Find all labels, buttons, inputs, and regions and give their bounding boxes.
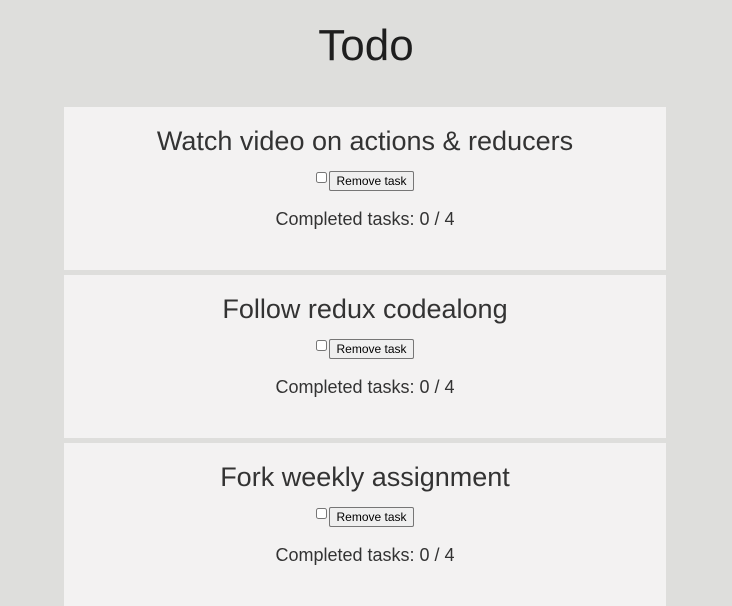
- task-title: Watch video on actions & reducers: [156, 126, 574, 156]
- task-complete-checkbox[interactable]: [316, 172, 328, 183]
- todo-list: Watch video on actions & reducers Remove…: [64, 107, 666, 606]
- task-controls: Remove task: [64, 171, 666, 193]
- completed-tasks-count: Completed tasks: 0 / 4: [275, 209, 455, 229]
- task-complete-checkbox[interactable]: [316, 340, 328, 351]
- todo-item: Watch video on actions & reducers Remove…: [64, 107, 666, 270]
- todo-item: Follow redux codealong Remove task Compl…: [64, 275, 666, 438]
- remove-task-button[interactable]: Remove task: [329, 339, 414, 359]
- completed-tasks-count: Completed tasks: 0 / 4: [275, 377, 455, 397]
- completed-tasks-count: Completed tasks: 0 / 4: [275, 545, 455, 565]
- remove-task-button[interactable]: Remove task: [329, 507, 414, 527]
- page-title: Todo: [318, 21, 414, 70]
- todo-item: Fork weekly assignment Remove task Compl…: [64, 443, 666, 606]
- remove-task-button[interactable]: Remove task: [329, 171, 414, 191]
- task-controls: Remove task: [64, 507, 666, 529]
- task-controls: Remove task: [64, 339, 666, 361]
- task-title: Follow redux codealong: [222, 294, 508, 324]
- task-complete-checkbox[interactable]: [316, 508, 328, 519]
- task-title: Fork weekly assignment: [220, 462, 510, 492]
